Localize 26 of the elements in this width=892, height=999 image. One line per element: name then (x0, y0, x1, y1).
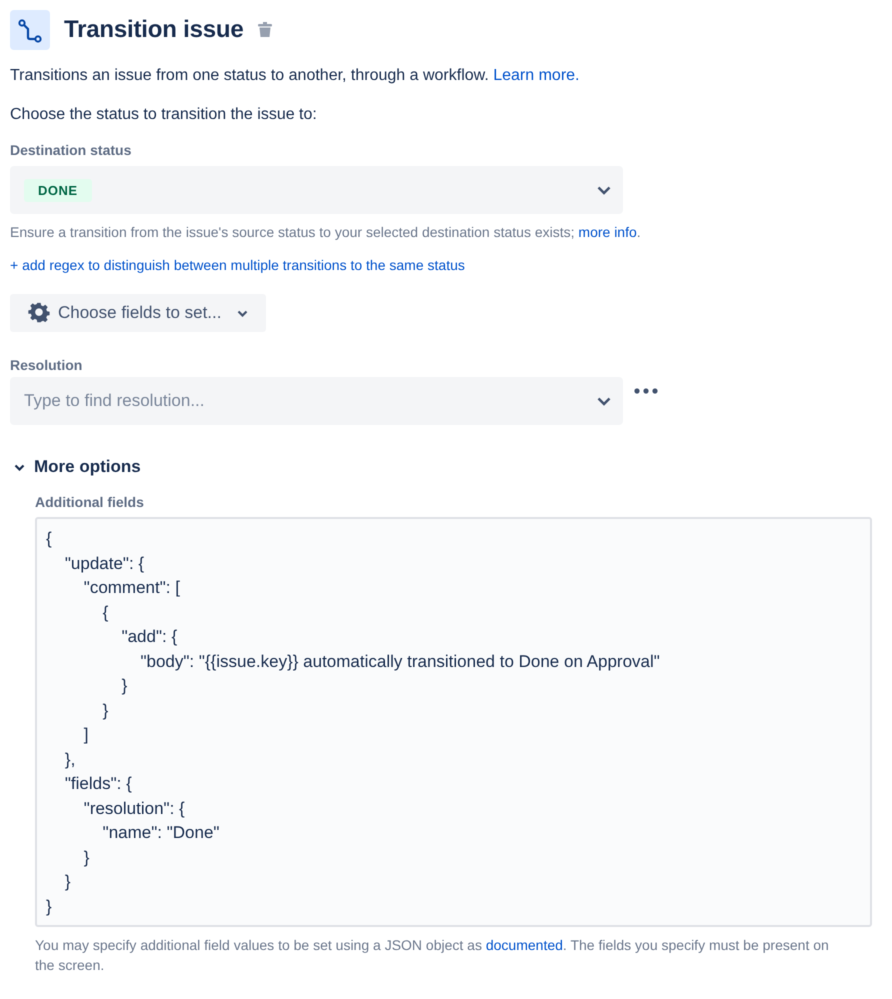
field-label: Destination status (10, 141, 132, 159)
choose-fields-button[interactable]: Choose fields to set... (10, 294, 266, 332)
more-icon[interactable] (634, 388, 658, 394)
documented-link[interactable]: documented (486, 937, 563, 953)
prompt-text: Choose the status to transition the issue to: (10, 105, 318, 125)
trash-icon[interactable] (258, 22, 272, 38)
chevron-down-icon (597, 397, 611, 406)
chevron-icon (14, 464, 25, 470)
add-regex-link[interactable]: + add regex to distinguish between multiple transitions to the same status (10, 257, 465, 273)
json-field[interactable]: { "update": { "comment": [ { "add": { "body": "{{issue.key}} automatically transitioned to Done on Approval" } } ] }, "fields": { "resolution": { "name": "Done" } } } (35, 517, 872, 927)
field-label: Resolution (10, 356, 84, 374)
more-info-link[interactable]: more info (578, 224, 637, 240)
learn-more-link[interactable]: Learn more. (493, 67, 580, 84)
page-title: Transition issue (64, 16, 244, 44)
resolution-field[interactable]: Type to find resolution... (10, 377, 623, 425)
gear-icon (28, 302, 50, 324)
destination-select[interactable]: DONE (10, 166, 623, 214)
help-text: You may specify additional field values to be set using a JSON object as documented. The fields you specify must be present on the screen. (35, 936, 830, 975)
description-text: Transitions an issue from one status to another, through a workflow. Learn more. (10, 66, 580, 86)
chevron-down-icon (597, 186, 611, 194)
workflow-icon (10, 10, 50, 50)
more-options-toggle[interactable]: More options (10, 457, 141, 477)
field-label: Additional fields (35, 493, 145, 511)
caret-icon (237, 310, 248, 316)
help-text: Ensure a transition from the issue's source status to your selected destination status exists; more info. (10, 223, 642, 242)
status-lozenge: DONE (24, 178, 92, 202)
